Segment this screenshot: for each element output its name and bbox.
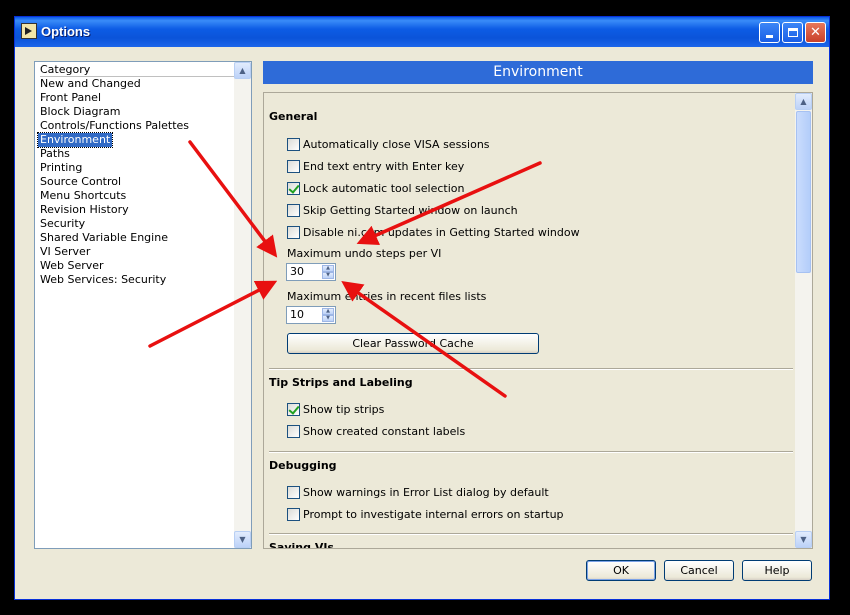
- minimize-button[interactable]: [759, 22, 780, 43]
- checkbox-label: Show created constant labels: [303, 424, 466, 438]
- checkbox-label: Automatically close VISA sessions: [303, 137, 490, 151]
- checkbox-label: Skip Getting Started window on launch: [303, 203, 518, 217]
- options-dialog: Options ✕ Category New and Changed Front…: [14, 16, 830, 600]
- chevron-down-icon: ▼: [800, 535, 807, 544]
- checkbox-box[interactable]: [287, 203, 300, 217]
- checkbox-label: Show warnings in Error List dialog by de…: [303, 485, 549, 499]
- undo-steps-label: Maximum undo steps per VI: [287, 247, 442, 260]
- checkbox-box[interactable]: [287, 137, 300, 151]
- checkbox-auto-close-visa[interactable]: Automatically close VISA sessions: [287, 137, 490, 151]
- checkbox-prompt-internal-errors[interactable]: Prompt to investigate internal errors on…: [287, 507, 564, 521]
- recent-files-spinner[interactable]: ▲ ▼: [322, 308, 334, 322]
- list-item-web-services-security[interactable]: Web Services: Security: [40, 273, 166, 287]
- category-list-scrollbar[interactable]: ▲ ▼: [234, 62, 251, 548]
- checkbox-box[interactable]: [287, 485, 300, 499]
- checkbox-box[interactable]: [287, 225, 300, 239]
- list-item-block-diagram[interactable]: Block Diagram: [40, 105, 120, 119]
- list-item-new-and-changed[interactable]: New and Changed: [40, 77, 141, 91]
- list-item-shared-variable-engine[interactable]: Shared Variable Engine: [40, 231, 168, 245]
- section-title-general: General: [269, 110, 318, 123]
- close-icon: ✕: [810, 25, 821, 40]
- undo-steps-input[interactable]: 30 ▲ ▼: [286, 263, 336, 281]
- list-item-web-server[interactable]: Web Server: [40, 259, 104, 273]
- list-item-controls-functions-palettes[interactable]: Controls/Functions Palettes: [40, 119, 189, 133]
- checkbox-show-warnings[interactable]: Show warnings in Error List dialog by de…: [287, 485, 549, 499]
- scroll-down-button[interactable]: ▼: [234, 531, 251, 548]
- checkbox-show-constant-labels[interactable]: Show created constant labels: [287, 424, 465, 438]
- cancel-button[interactable]: Cancel: [664, 560, 734, 581]
- chevron-down-icon: ▼: [239, 535, 246, 544]
- close-button[interactable]: ✕: [805, 22, 826, 43]
- chevron-up-icon: ▲: [800, 97, 807, 106]
- list-item-front-panel[interactable]: Front Panel: [40, 91, 101, 105]
- section-divider: [269, 533, 793, 535]
- scroll-up-button[interactable]: ▲: [234, 62, 251, 79]
- labview-app-icon: [21, 23, 37, 39]
- checkbox-box[interactable]: [287, 159, 300, 173]
- checkbox-label: Show tip strips: [303, 402, 385, 416]
- checkbox-label: Disable ni.com updates in Getting Starte…: [303, 225, 580, 239]
- undo-steps-value: 30: [290, 265, 304, 278]
- category-list[interactable]: Category New and Changed Front Panel Blo…: [34, 61, 252, 549]
- recent-files-label: Maximum entries in recent files lists: [287, 290, 487, 303]
- clear-password-cache-button[interactable]: Clear Password Cache: [287, 333, 539, 354]
- list-item-paths[interactable]: Paths: [40, 147, 70, 161]
- list-item-printing[interactable]: Printing: [40, 161, 82, 175]
- recent-files-input[interactable]: 10 ▲ ▼: [286, 306, 336, 324]
- list-item-menu-shortcuts[interactable]: Menu Shortcuts: [40, 189, 126, 203]
- checkbox-lock-tool-selection[interactable]: Lock automatic tool selection: [287, 181, 464, 195]
- checkbox-box[interactable]: [287, 424, 300, 438]
- ok-button[interactable]: OK: [586, 560, 656, 581]
- list-item-security[interactable]: Security: [40, 217, 85, 231]
- checkbox-label: End text entry with Enter key: [303, 159, 465, 173]
- section-divider: [269, 368, 793, 370]
- checkbox-box[interactable]: [287, 507, 300, 521]
- list-item-revision-history[interactable]: Revision History: [40, 203, 129, 217]
- chevron-up-icon: ▲: [239, 66, 246, 75]
- title-bar[interactable]: Options ✕: [15, 17, 829, 47]
- scrollbar-thumb[interactable]: [796, 111, 811, 273]
- scroll-down-button[interactable]: ▼: [795, 531, 812, 548]
- section-title-debugging: Debugging: [269, 459, 337, 472]
- list-item-vi-server[interactable]: VI Server: [40, 245, 90, 259]
- checkbox-box-checked[interactable]: [287, 402, 300, 416]
- settings-panel: General Automatically close VISA session…: [263, 92, 813, 549]
- list-item-environment[interactable]: Environment: [36, 132, 114, 148]
- checkbox-label: Lock automatic tool selection: [303, 181, 465, 195]
- settings-scrollbar[interactable]: ▲ ▼: [795, 93, 812, 548]
- panel-title: Environment: [263, 61, 813, 84]
- checkbox-skip-getting-started[interactable]: Skip Getting Started window on launch: [287, 203, 518, 217]
- scroll-up-button[interactable]: ▲: [795, 93, 812, 110]
- section-divider: [269, 451, 793, 453]
- checkbox-end-text-enter[interactable]: End text entry with Enter key: [287, 159, 464, 173]
- checkbox-box-checked[interactable]: [287, 181, 300, 195]
- spin-down-icon[interactable]: ▼: [322, 272, 334, 279]
- checkbox-show-tip-strips[interactable]: Show tip strips: [287, 402, 384, 416]
- category-list-header: Category: [40, 63, 236, 77]
- maximize-button[interactable]: [782, 22, 803, 43]
- checkbox-disable-ni-updates[interactable]: Disable ni.com updates in Getting Starte…: [287, 225, 580, 239]
- spin-up-icon[interactable]: ▲: [322, 265, 334, 272]
- section-title-saving-vis: Saving VIs: [269, 541, 334, 549]
- checkbox-label: Prompt to investigate internal errors on…: [303, 507, 564, 521]
- section-title-tip-strips: Tip Strips and Labeling: [269, 376, 413, 389]
- undo-steps-spinner[interactable]: ▲ ▼: [322, 265, 334, 279]
- window-title: Options: [41, 24, 91, 39]
- minimize-icon: [766, 35, 773, 38]
- maximize-icon: [787, 28, 798, 37]
- recent-files-value: 10: [290, 308, 304, 321]
- help-button[interactable]: Help: [742, 560, 812, 581]
- list-item-source-control[interactable]: Source Control: [40, 175, 121, 189]
- spin-up-icon[interactable]: ▲: [322, 308, 334, 315]
- spin-down-icon[interactable]: ▼: [322, 315, 334, 322]
